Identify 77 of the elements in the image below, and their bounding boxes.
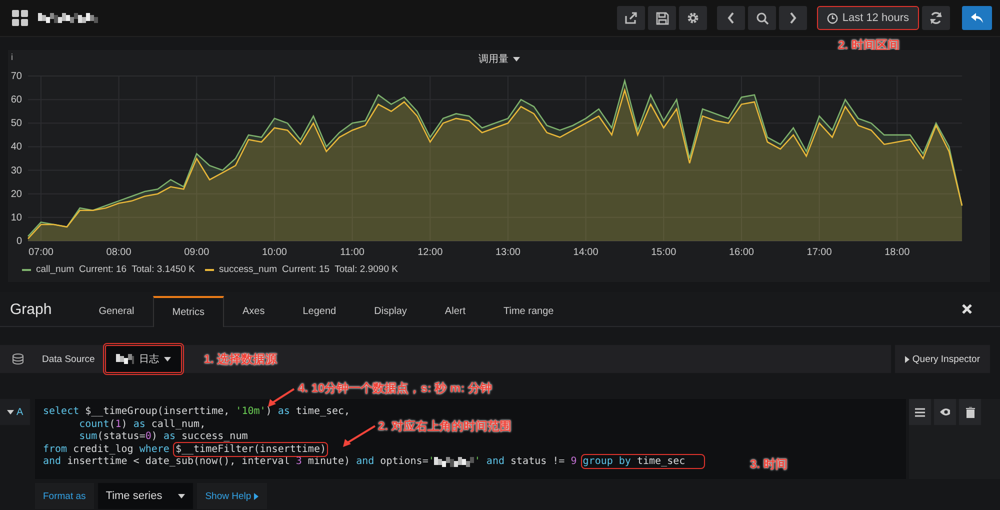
clock-icon	[827, 12, 838, 24]
x-tick-label: 09:00	[184, 247, 210, 258]
y-tick-label: 30	[10, 165, 22, 176]
caret-icon[interactable]	[164, 356, 171, 362]
chevron-left-icon[interactable]	[717, 6, 746, 30]
save-icon[interactable]	[648, 6, 676, 30]
trash-icon[interactable]	[959, 399, 981, 425]
menu-icon[interactable]	[909, 399, 931, 425]
legend-value: Current: 15	[282, 264, 330, 275]
legend-label[interactable]: call_num	[36, 264, 74, 275]
x-tick-label: 10:00	[262, 247, 287, 258]
caret-icon[interactable]	[6, 410, 14, 414]
grid-icon[interactable]	[12, 10, 28, 26]
code-line: sum(status=0) as success_num	[78, 431, 248, 444]
data-source-label: Data Source	[42, 354, 95, 364]
annotation-text: 1. 选择数据源	[204, 350, 278, 368]
caret-icon[interactable]	[254, 492, 259, 500]
legend-value: Total: 2.9090 K	[334, 264, 398, 275]
format-dropdown[interactable]: Time series	[98, 483, 194, 509]
query-inspector-button[interactable]: Query Inspector	[894, 345, 990, 373]
x-tick-label: 13:00	[495, 247, 520, 258]
tab[interactable]: Legend	[284, 296, 356, 326]
redacted-text	[38, 13, 98, 23]
share-icon[interactable]	[617, 6, 646, 30]
back-icon[interactable]	[962, 6, 992, 30]
chevron-right-icon[interactable]	[779, 6, 808, 30]
close-icon[interactable]	[962, 304, 972, 314]
redacted-text	[434, 456, 474, 467]
code-line: from credit_log where $__timeFilter(inserttime)	[43, 444, 326, 456]
code-line: count(1) as call_num,	[78, 418, 206, 431]
x-tick-label: 11:00	[340, 247, 364, 258]
annotation-text: 4. 10分钟一个数据点，s: 秒 m: 分钟	[298, 380, 492, 397]
caret-icon[interactable]	[904, 356, 910, 362]
annotation-text: 2. 对应右上角的时间范围	[378, 418, 512, 435]
legend-value: Current: 16	[79, 264, 127, 275]
info-icon[interactable]: i	[11, 52, 13, 62]
x-tick-label: 14:00	[573, 247, 598, 258]
show-help-link[interactable]: Show Help	[197, 483, 267, 509]
x-tick-label: 17:00	[806, 247, 832, 258]
query-toggle[interactable]: A	[0, 399, 30, 425]
tab[interactable]: Alert	[426, 296, 484, 326]
y-tick-label: 40	[10, 142, 22, 153]
tab[interactable]: General	[80, 296, 154, 326]
x-tick-label: 18:00	[884, 247, 910, 258]
caret-icon[interactable]	[512, 56, 520, 62]
panel-type-title: Graph	[10, 300, 52, 318]
caret-icon[interactable]	[178, 494, 186, 498]
x-tick-label: 07:00	[28, 247, 54, 258]
refresh-icon[interactable]	[922, 6, 950, 30]
x-tick-label: 12:00	[418, 247, 443, 258]
eye-icon[interactable]	[934, 399, 956, 425]
y-tick-label: 20	[10, 188, 22, 200]
annotation-text: 3. 时间	[750, 456, 788, 473]
y-tick-label: 10	[10, 212, 22, 224]
format-label: Format as	[35, 483, 94, 509]
x-tick-label: 08:00	[106, 247, 132, 258]
time-range-picker[interactable]: Last 12 hours	[817, 6, 919, 30]
y-tick-label: 0	[16, 236, 22, 247]
tab[interactable]: Metrics	[153, 296, 224, 327]
legend-label[interactable]: success_num	[218, 264, 278, 275]
annotation-text: 2. 时间区间	[838, 37, 900, 54]
tab[interactable]: Time range	[484, 296, 573, 326]
legend-value: Total: 3.1450 K	[132, 264, 195, 275]
y-tick-label: 70	[10, 71, 22, 82]
code-line: select $__timeGroup(inserttime, '10m') as time_sec,	[43, 406, 350, 419]
database-icon	[12, 353, 24, 365]
x-tick-label: 15:00	[651, 247, 676, 258]
y-tick-label: 50	[10, 118, 22, 130]
data-source-dropdown[interactable]: 日志	[104, 345, 182, 373]
code-editor[interactable]	[35, 399, 906, 479]
y-tick-label: 60	[10, 94, 22, 106]
x-tick-label: 16:00	[728, 247, 754, 258]
redacted-text	[116, 354, 134, 364]
settings-icon[interactable]	[679, 6, 708, 30]
tab[interactable]: Display	[355, 296, 426, 326]
panel-title[interactable]: 调用量	[478, 52, 508, 66]
tab[interactable]: Axes	[224, 296, 284, 326]
